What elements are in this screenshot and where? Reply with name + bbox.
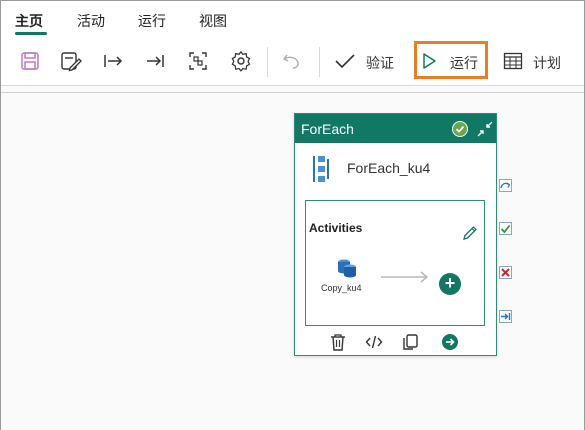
edit-pencil-icon[interactable] (462, 225, 478, 241)
checkmark-icon (335, 54, 355, 69)
foreach-icon (313, 156, 329, 182)
tab-activities[interactable]: 活动 (77, 11, 105, 31)
play-icon (423, 53, 436, 69)
undo-icon (282, 54, 299, 69)
delete-icon[interactable] (329, 333, 347, 351)
tab-run[interactable]: 运行 (138, 11, 166, 31)
undo-button[interactable] (278, 47, 306, 75)
completion-icon (500, 182, 511, 189)
code-icon[interactable] (365, 333, 383, 351)
app-frame: 主页 活动 运行 视图 验证 运行 计划 ForEach ForEach_ku4… (0, 0, 585, 430)
fit-view-icon (189, 52, 207, 70)
calendar-icon (503, 52, 523, 70)
failure-icon (501, 268, 510, 277)
fit-view-button[interactable] (184, 47, 212, 75)
success-icon (500, 224, 511, 234)
save-as-template-button[interactable] (57, 47, 85, 75)
on-failure-handle[interactable] (499, 266, 512, 279)
move-end-icon (147, 55, 164, 67)
on-completion-handle[interactable] (499, 179, 512, 192)
save-as-template-icon (61, 52, 82, 72)
validate-label[interactable]: 验证 (366, 53, 394, 73)
node-name: ForEach_ku4 (347, 160, 431, 176)
add-activity-button[interactable]: + (439, 273, 461, 295)
save-icon (21, 52, 39, 70)
settings-button[interactable] (227, 47, 255, 75)
run-label[interactable]: 运行 (450, 53, 478, 73)
move-end-button[interactable] (141, 47, 169, 75)
arrow-icon (381, 271, 429, 283)
schedule-button[interactable] (499, 47, 527, 75)
run-button[interactable] (415, 47, 443, 75)
move-start-icon (104, 55, 123, 67)
node-actions (295, 331, 496, 353)
node-type-label: ForEach (301, 121, 354, 137)
on-success-handle[interactable] (499, 222, 512, 235)
activities-title: Activities (309, 221, 363, 235)
tab-bar: 主页 活动 运行 视图 (1, 1, 584, 37)
schedule-label[interactable]: 计划 (533, 53, 561, 73)
validated-check-icon (452, 121, 468, 137)
active-tab-indicator (15, 32, 47, 35)
copy-data-icon (338, 259, 356, 278)
activities-container[interactable]: Activities Copy_ku4 + (305, 200, 485, 326)
validate-button[interactable] (331, 47, 359, 75)
toolbar-divider (319, 47, 320, 77)
on-skip-handle[interactable] (499, 310, 512, 323)
save-button[interactable] (16, 47, 44, 75)
go-to-icon[interactable] (441, 333, 459, 351)
collapse-icon[interactable] (476, 120, 494, 138)
duplicate-icon[interactable] (401, 333, 419, 351)
tab-home[interactable]: 主页 (15, 11, 43, 31)
settings-icon (231, 50, 251, 72)
toolbar-divider (267, 47, 268, 77)
toolbar: 验证 运行 计划 (1, 37, 584, 86)
foreach-activity-node[interactable]: ForEach ForEach_ku4 Activities Copy_ku4 … (294, 113, 497, 356)
tab-view[interactable]: 视图 (199, 11, 227, 31)
copy-activity-label[interactable]: Copy_ku4 (321, 283, 362, 293)
skip-icon (501, 313, 511, 320)
node-header: ForEach (295, 114, 496, 143)
move-start-button[interactable] (99, 47, 127, 75)
